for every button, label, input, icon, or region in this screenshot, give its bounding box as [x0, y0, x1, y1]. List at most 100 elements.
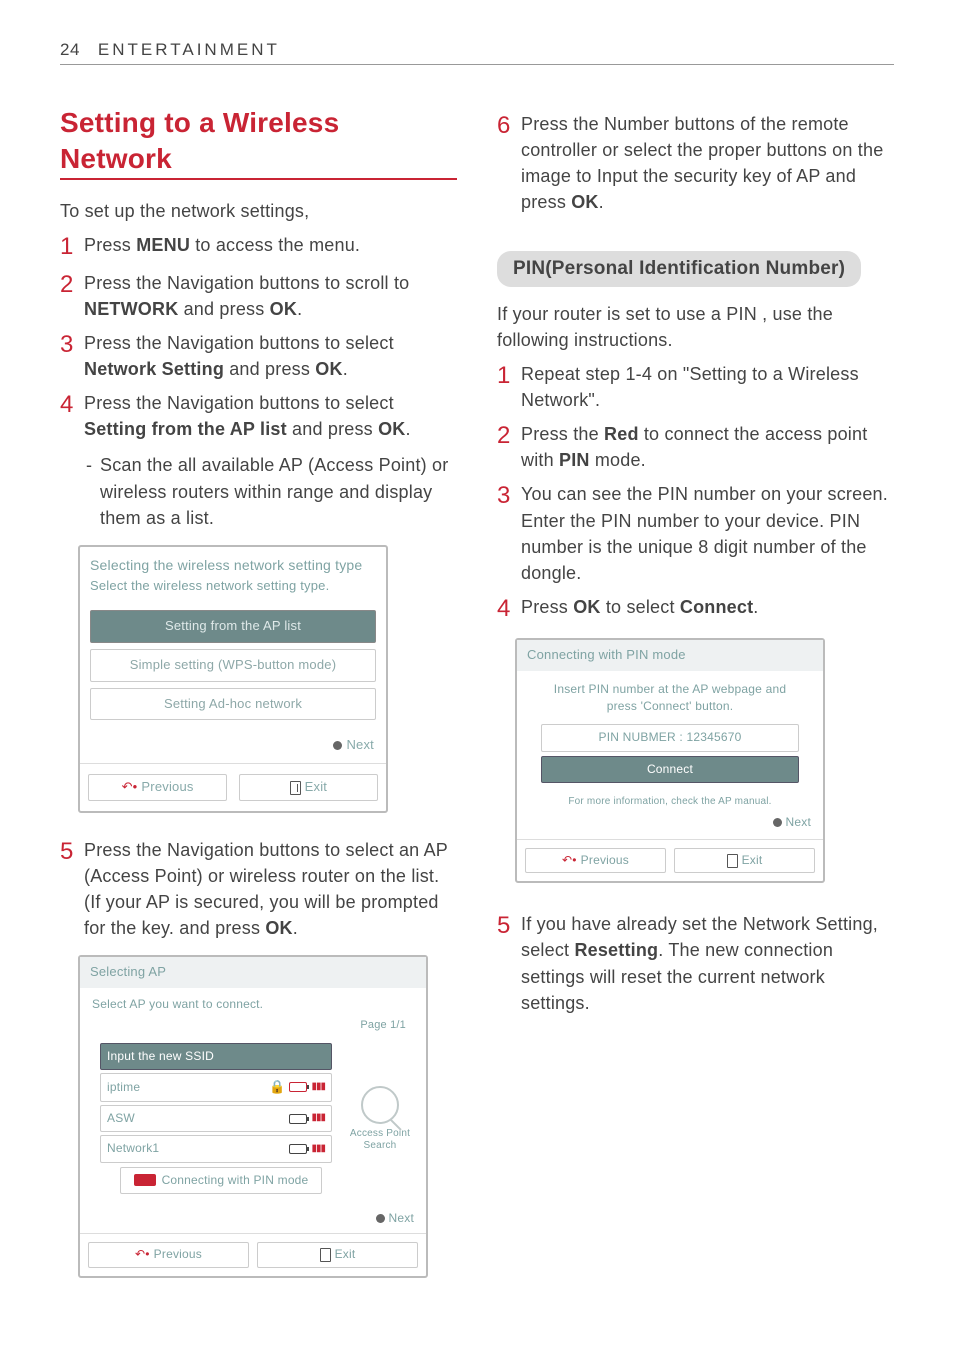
- text: Next: [786, 815, 811, 829]
- text: Press: [521, 597, 573, 617]
- pin-mode-row[interactable]: Connecting with PIN mode: [120, 1167, 322, 1194]
- text: Previous: [154, 1246, 202, 1263]
- page-title: Setting to a Wireless Network: [60, 105, 457, 180]
- connect-button[interactable]: Connect: [541, 756, 799, 783]
- option-wps[interactable]: Simple setting (WPS-button mode): [90, 649, 376, 682]
- text: Press the Navigation buttons to select: [84, 333, 394, 353]
- text: Access Point Search: [342, 1128, 418, 1152]
- input-ssid-row[interactable]: Input the new SSID: [100, 1043, 332, 1070]
- text: Previous: [141, 778, 193, 797]
- previous-button[interactable]: ↶•Previous: [88, 774, 227, 801]
- pin-step-1: 1 Repeat step 1-4 on "Setting to a Wirel…: [497, 361, 894, 413]
- step-number: 3: [497, 481, 521, 585]
- text: .: [406, 419, 411, 439]
- step-body: Press the Navigation buttons to select N…: [84, 330, 457, 382]
- text: Scan the all available AP (Access Point)…: [100, 452, 457, 530]
- exit-icon: [727, 854, 738, 868]
- step-5: 5 Press the Navigation buttons to select…: [60, 837, 457, 941]
- option-ap-list[interactable]: Setting from the AP list: [90, 610, 376, 643]
- step-number: 2: [497, 421, 521, 473]
- signal-icon: ▮▮▮: [311, 1111, 325, 1126]
- ap-row[interactable]: Network1 ▮▮▮: [100, 1135, 332, 1162]
- text-bold: OK: [573, 597, 600, 617]
- shot-buttons: ↶•Previous Exit: [80, 1233, 426, 1275]
- shot-subtitle: Select the wireless network setting type…: [80, 577, 386, 604]
- right-column: 6 Press the Number buttons of the remote…: [497, 105, 894, 1302]
- step-number: 4: [60, 390, 84, 442]
- step-body: You can see the PIN number on your scree…: [521, 481, 894, 585]
- ap-row[interactable]: ASW ▮▮▮: [100, 1105, 332, 1132]
- search-icon: [361, 1086, 399, 1124]
- two-column-layout: Setting to a Wireless Network To set up …: [60, 105, 894, 1302]
- option-adhoc[interactable]: Setting Ad-hoc network: [90, 688, 376, 721]
- step-body: Press MENU to access the menu.: [84, 232, 457, 262]
- pin-step-2: 2 Press the Red to connect the access po…: [497, 421, 894, 473]
- step-number: 6: [497, 111, 521, 215]
- next-row: Next: [80, 1208, 426, 1233]
- text-bold: Red: [604, 424, 639, 444]
- text: and press: [224, 359, 315, 379]
- step-number: 4: [497, 594, 521, 624]
- step-3: 3 Press the Navigation buttons to select…: [60, 330, 457, 382]
- step-4: 4 Press the Navigation buttons to select…: [60, 390, 457, 442]
- step-body: If you have already set the Network Sett…: [521, 911, 894, 1015]
- text-bold: OK: [378, 419, 405, 439]
- text: to access the menu.: [190, 235, 360, 255]
- text: Exit: [335, 1246, 356, 1263]
- pin-step-5: 5 If you have already set the Network Se…: [497, 911, 894, 1015]
- text-bold: NETWORK: [84, 299, 178, 319]
- step-body: Press the Navigation buttons to scroll t…: [84, 270, 457, 322]
- next-row: Next: [517, 812, 823, 839]
- shot-footer: Next: [80, 726, 386, 763]
- text-bold: MENU: [136, 235, 190, 255]
- shot-subtitle: Select AP you want to connect.: [80, 988, 426, 1013]
- signal-icon: ▮▮▮: [311, 1080, 325, 1095]
- ap-name: Network1: [107, 1140, 285, 1157]
- text: and press: [287, 419, 378, 439]
- page-indicator: Page 1/1: [80, 1014, 426, 1040]
- pin-number-row: PIN NUBMER : 12345670: [541, 724, 799, 751]
- ap-name: iptime: [107, 1079, 265, 1096]
- pin-intro: If your router is set to use a PIN , use…: [497, 301, 894, 353]
- dash: -: [86, 452, 100, 530]
- text: .: [343, 359, 348, 379]
- text: Press the: [521, 424, 604, 444]
- text: .: [599, 192, 604, 212]
- battery-icon: [289, 1114, 307, 1124]
- exit-button[interactable]: Exit: [257, 1242, 418, 1267]
- shot-title: Selecting AP: [80, 957, 426, 988]
- ap-search-side[interactable]: Access Point Search: [342, 1040, 426, 1208]
- step-number: 1: [60, 232, 84, 262]
- section-title: ENTERTAINMENT: [98, 40, 280, 60]
- shot-message: Insert PIN number at the AP webpage and …: [517, 671, 823, 721]
- shot-title: Selecting the wireless network setting t…: [80, 547, 386, 577]
- previous-icon: ↶•: [562, 852, 577, 869]
- previous-icon: ↶•: [135, 1246, 150, 1263]
- pin-section-header: PIN(Personal Identification Number): [497, 251, 861, 287]
- exit-button[interactable]: Exit: [674, 848, 815, 873]
- previous-button[interactable]: ↶•Previous: [525, 848, 666, 873]
- pin-step-4: 4 Press OK to select Connect.: [497, 594, 894, 624]
- page-number: 24: [60, 40, 80, 60]
- text: Exit: [742, 852, 763, 869]
- text: Input the new SSID: [107, 1048, 325, 1065]
- dot-icon: [333, 741, 342, 750]
- shot-note: For more information, check the AP manua…: [517, 787, 823, 812]
- previous-button[interactable]: ↶•Previous: [88, 1242, 249, 1267]
- exit-icon: [320, 1248, 331, 1262]
- exit-button[interactable]: Exit: [239, 774, 378, 801]
- dot-icon: [773, 818, 782, 827]
- text-bold: Connect: [680, 597, 753, 617]
- battery-icon: [289, 1082, 307, 1092]
- step-body: Press OK to select Connect.: [521, 594, 894, 624]
- text: and press: [178, 299, 269, 319]
- step-body: Press the Red to connect the access poin…: [521, 421, 894, 473]
- step-1: 1 Press MENU to access the menu.: [60, 232, 457, 262]
- screenshot-wireless-type: Selecting the wireless network setting t…: [78, 545, 388, 813]
- text: mode.: [590, 450, 646, 470]
- text: Next: [389, 1211, 414, 1225]
- text-bold: OK: [265, 918, 292, 938]
- step-number: 5: [497, 911, 521, 1015]
- ap-row[interactable]: iptime 🔒 ▮▮▮: [100, 1073, 332, 1102]
- step-number: 1: [497, 361, 521, 413]
